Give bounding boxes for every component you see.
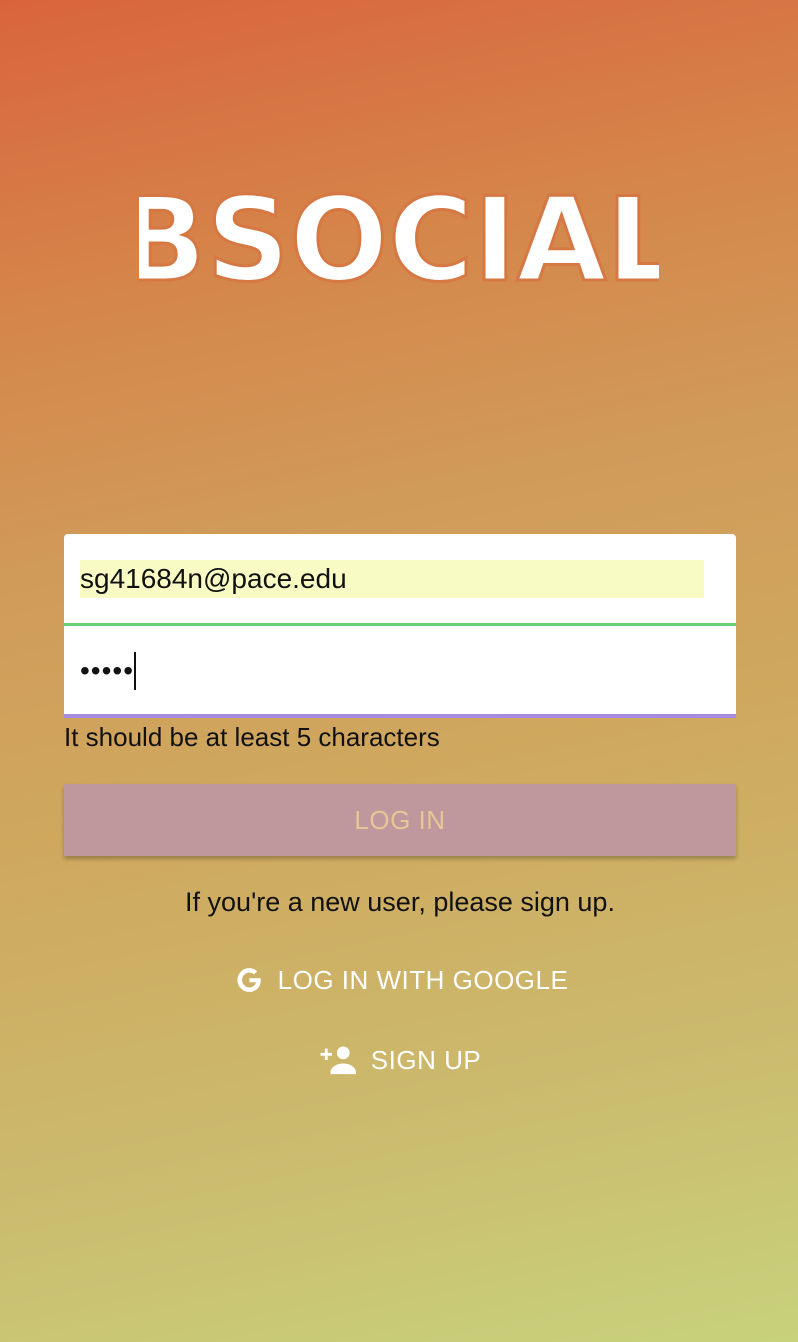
login-button-label: LOG IN <box>354 804 446 835</box>
person-add-icon <box>319 1043 359 1077</box>
signup-button[interactable]: SIGN UP <box>64 1040 736 1080</box>
password-field[interactable] <box>80 650 680 692</box>
signup-label: SIGN UP <box>370 1044 482 1075</box>
logo-text: BSOCIAL <box>139 176 659 296</box>
signup-prompt: If you're a new user, please sign up. <box>185 887 615 917</box>
logo-wordmark: BSOCIAL <box>139 176 659 296</box>
password-hint: It should be at least 5 characters <box>64 722 440 752</box>
email-field[interactable] <box>80 560 704 598</box>
google-g-icon <box>232 963 266 997</box>
login-form: It should be at least 5 characters LOG I… <box>64 534 736 1080</box>
login-button[interactable]: LOG IN <box>64 784 736 856</box>
email-field-container <box>64 534 736 626</box>
text-cursor <box>134 652 136 690</box>
app-logo: BSOCIAL <box>0 176 798 296</box>
google-login-label: LOG IN WITH GOOGLE <box>277 964 569 995</box>
password-field-container <box>64 626 736 718</box>
google-login-button[interactable]: LOG IN WITH GOOGLE <box>64 960 736 1000</box>
